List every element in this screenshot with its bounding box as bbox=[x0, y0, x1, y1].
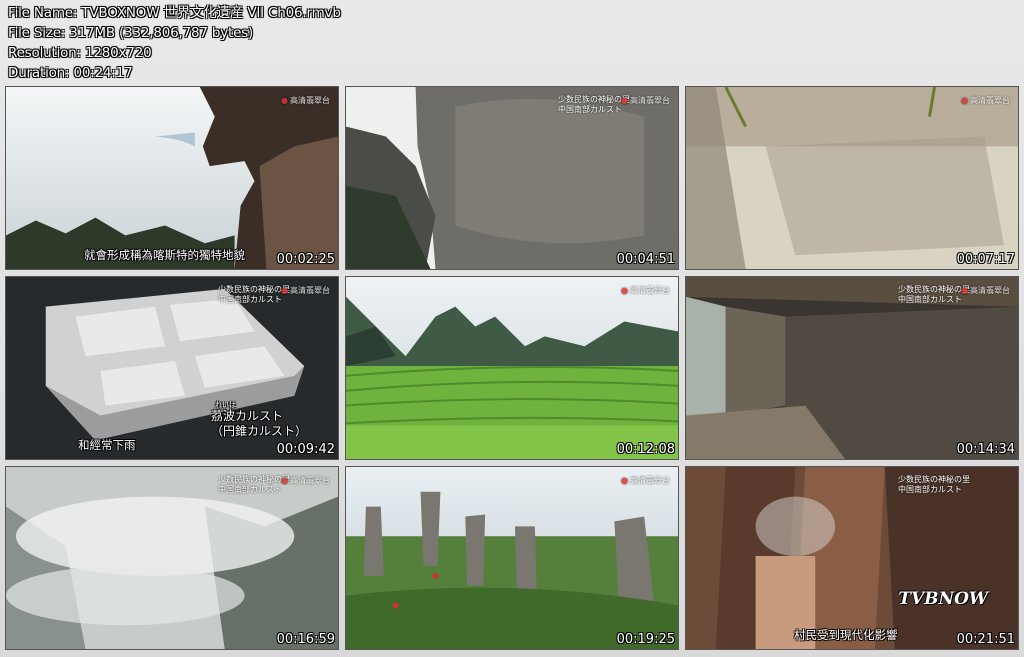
timestamp: 00:04:51 bbox=[616, 252, 675, 267]
subtitle: 村民受到現代化影響 bbox=[794, 628, 898, 642]
program-tag: 少数民族の神秘の里 中国南部カルスト bbox=[218, 475, 290, 495]
channel-logo: 高清翡翠台 bbox=[621, 475, 670, 486]
thumbnail-2[interactable]: 少数民族の神秘の里 中国南部カルスト 高清翡翠台 00:04:51 bbox=[345, 86, 679, 270]
channel-logo: 高清翡翠台 bbox=[621, 95, 670, 106]
thumbnail-7[interactable]: 少数民族の神秘の里 中国南部カルスト 高清翡翠台 00:16:59 bbox=[5, 466, 339, 650]
caption-line-1: 茘波カルスト bbox=[211, 409, 284, 423]
channel-logo: 高清翡翠台 bbox=[621, 285, 670, 296]
program-tag-line-2: 中国南部カルスト bbox=[218, 485, 282, 494]
watermark: TVBNOW bbox=[898, 589, 988, 609]
thumbnail-3[interactable]: 高清翡翠台 00:07:17 bbox=[685, 86, 1019, 270]
channel-logo: 高清翡翠台 bbox=[281, 475, 330, 486]
timestamp: 00:07:17 bbox=[956, 252, 1015, 267]
program-tag-line-1: 少数民族の神秘の里 bbox=[218, 285, 290, 294]
thumbnail-5-image bbox=[346, 277, 678, 459]
timestamp: 00:02:25 bbox=[276, 252, 335, 267]
timestamp: 00:21:51 bbox=[956, 632, 1015, 647]
program-tag: 少数民族の神秘の里 中国南部カルスト bbox=[218, 285, 290, 305]
timestamp: 00:16:59 bbox=[276, 632, 335, 647]
program-tag: 少数民族の神秘の里 中国南部カルスト bbox=[898, 475, 970, 495]
program-tag-line-1: 少数民族の神秘の里 bbox=[898, 285, 970, 294]
timestamp: 00:09:42 bbox=[276, 442, 335, 457]
subtitle: 和經常下雨 bbox=[78, 438, 136, 452]
thumbnail-8[interactable]: 高清翡翠台 00:19:25 bbox=[345, 466, 679, 650]
program-tag-line-1: 少数民族の神秘の里 bbox=[218, 475, 290, 484]
channel-logo: 高清翡翠台 bbox=[961, 95, 1010, 106]
channel-logo: 高清翡翠台 bbox=[281, 95, 330, 106]
file-name: File Name: TVBOXNOW 世界文化遺産 VII Ch06.rmvb bbox=[8, 5, 341, 21]
program-tag-line-1: 少数民族の神秘の里 bbox=[898, 475, 970, 484]
thumbnail-3-image bbox=[686, 87, 1018, 269]
thumbnail-1-image bbox=[6, 87, 338, 269]
channel-logo: 高清翡翠台 bbox=[961, 285, 1010, 296]
program-tag: 少数民族の神秘の里 中国南部カルスト bbox=[898, 285, 970, 305]
thumbnail-8-image bbox=[346, 467, 678, 649]
thumbnail-4[interactable]: 少数民族の神秘の里 中国南部カルスト 高清翡翠台 れいは 茘波カルスト （円錐カ… bbox=[5, 276, 339, 460]
program-tag-line-2: 中国南部カルスト bbox=[558, 105, 622, 114]
caption-line-2: （円錐カルスト） bbox=[211, 424, 308, 438]
channel-logo: 高清翡翠台 bbox=[281, 285, 330, 296]
program-tag-line-2: 中国南部カルスト bbox=[218, 295, 282, 304]
thumbnail-1[interactable]: 高清翡翠台 就會形成稱為喀斯特的獨特地貌 00:02:25 bbox=[5, 86, 339, 270]
file-size: File Size: 317MB (332,806,787 bytes) bbox=[8, 25, 254, 41]
thumbnail-6[interactable]: 少数民族の神秘の里 中国南部カルスト 高清翡翠台 00:14:34 bbox=[685, 276, 1019, 460]
location-caption: れいは 茘波カルスト （円錐カルスト） bbox=[211, 401, 307, 439]
caption-ruby: れいは bbox=[215, 401, 236, 409]
program-tag-line-1: 少数民族の神秘の里 bbox=[558, 95, 630, 104]
subtitle: 就會形成稱為喀斯特的獨特地貌 bbox=[84, 248, 245, 262]
thumbnail-grid: 高清翡翠台 就會形成稱為喀斯特的獨特地貌 00:02:25 少数民族の神秘の里 … bbox=[5, 86, 1019, 652]
thumbnail-9[interactable]: 少数民族の神秘の里 中国南部カルスト TVBNOW 村民受到現代化影響 00:2… bbox=[685, 466, 1019, 650]
file-info: File Name: TVBOXNOW 世界文化遺産 VII Ch06.rmvb… bbox=[8, 3, 341, 83]
program-tag: 少数民族の神秘の里 中国南部カルスト bbox=[558, 95, 630, 115]
program-tag-line-2: 中国南部カルスト bbox=[898, 485, 962, 494]
thumbnail-5[interactable]: 00:12:08 高清翡翠台 bbox=[345, 276, 679, 460]
program-tag-line-2: 中国南部カルスト bbox=[898, 295, 962, 304]
timestamp: 00:12:08 bbox=[616, 442, 675, 457]
timestamp: 00:14:34 bbox=[956, 442, 1015, 457]
resolution: Resolution: 1280x720 bbox=[8, 45, 152, 61]
duration: Duration: 00:24:17 bbox=[8, 65, 133, 81]
timestamp: 00:19:25 bbox=[616, 632, 675, 647]
